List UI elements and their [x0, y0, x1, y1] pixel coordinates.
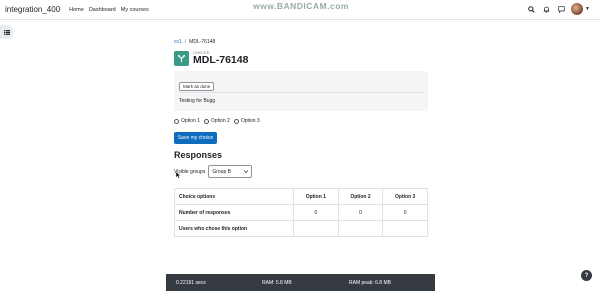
option-1[interactable]: Option 1: [174, 118, 200, 124]
cell-option-2-count: 0: [337, 204, 384, 221]
course-index-toggle[interactable]: [0, 25, 13, 39]
mouse-cursor-icon: [175, 171, 182, 181]
help-button[interactable]: ?: [581, 270, 592, 281]
header-choice-options: Choice options: [174, 188, 294, 205]
cell-option-1-count: 0: [293, 204, 339, 221]
cell-option-1-users: [293, 220, 339, 237]
breadcrumb-current: MDL-76148: [189, 39, 216, 45]
table-row: Users who chose this option: [174, 220, 428, 237]
option-2-label: Option 2: [210, 118, 230, 124]
site-name[interactable]: integration_400: [5, 5, 60, 14]
radio-option-3[interactable]: [233, 118, 239, 124]
row-label-number-of-responses: Number of responses: [174, 204, 294, 221]
option-2[interactable]: Option 2: [203, 118, 230, 124]
breadcrumb-course-link[interactable]: cc1: [174, 39, 182, 45]
option-1-label: Option 1: [181, 118, 200, 124]
group-select[interactable]: Group B: [208, 165, 253, 178]
breadcrumb-separator: /: [184, 39, 187, 45]
chat-icon[interactable]: [557, 5, 565, 13]
table-header-row: Choice options Option 1 Option 2 Option …: [174, 188, 428, 205]
save-my-choice-button[interactable]: Save my choice: [174, 132, 217, 144]
cell-option-2-users: [337, 220, 384, 237]
cell-option-3-users: [382, 220, 428, 237]
nav-dashboard[interactable]: Dashboard: [89, 7, 116, 13]
radio-option-2[interactable]: [203, 118, 209, 124]
visible-groups-row: Visible groups Group B: [174, 165, 428, 178]
user-avatar[interactable]: [571, 3, 584, 15]
responses-heading: Responses: [174, 150, 223, 160]
group-select-value: Group B: [212, 168, 231, 175]
performance-footer: 0.22191 secs RAM: 5.8 MB RAM peak: 6.8 M…: [166, 274, 435, 291]
mark-as-done-button[interactable]: Mark as done: [179, 82, 215, 91]
page-header: CHOICE MDL-76148: [174, 50, 428, 66]
footer-ram-peak: RAM peak: 6.8 MB: [349, 279, 391, 286]
chevron-down-icon: [244, 169, 249, 175]
choice-icon: [174, 50, 189, 66]
nav-home[interactable]: Home: [69, 7, 84, 13]
chevron-down-icon[interactable]: ▼: [585, 6, 590, 12]
responses-table: Choice options Option 1 Option 2 Option …: [174, 188, 428, 237]
footer-ram: RAM: 5.8 MB: [262, 279, 292, 286]
option-3[interactable]: Option 3: [233, 118, 260, 124]
option-3-label: Option 3: [240, 118, 260, 124]
nav-my-courses[interactable]: My courses: [121, 7, 149, 13]
search-icon[interactable]: [527, 5, 535, 13]
radio-option-1[interactable]: [174, 118, 179, 124]
user-navigation: ▼: [520, 3, 590, 15]
header-option-1: Option 1: [293, 188, 339, 205]
table-row: Number of responses 0 0 0: [174, 204, 428, 221]
primary-navigation: Home Dashboard My courses: [69, 7, 154, 13]
page-title: MDL-76148: [193, 54, 249, 66]
row-label-users-who-chose: Users who chose this option: [174, 220, 294, 237]
header-option-3: Option 3: [382, 188, 428, 205]
divider: [179, 92, 423, 93]
cell-option-3-count: 0: [382, 204, 428, 221]
activity-intro: Mark as done Testing for Bugg: [174, 71, 428, 111]
bell-icon[interactable]: [542, 5, 550, 13]
header-option-2: Option 2: [337, 188, 384, 205]
choice-options: Option 1 Option 2 Option 3: [174, 117, 428, 125]
footer-time: 0.22191 secs: [176, 279, 206, 286]
list-icon: [3, 29, 10, 35]
bandicam-watermark: www.BANDICAM.com: [253, 1, 349, 11]
breadcrumb: cc1 / MDL-76148: [174, 38, 428, 46]
main-content: cc1 / MDL-76148 CHOICE MDL-76148 Mark as…: [174, 38, 428, 237]
intro-description: Testing for Bugg: [179, 98, 216, 104]
